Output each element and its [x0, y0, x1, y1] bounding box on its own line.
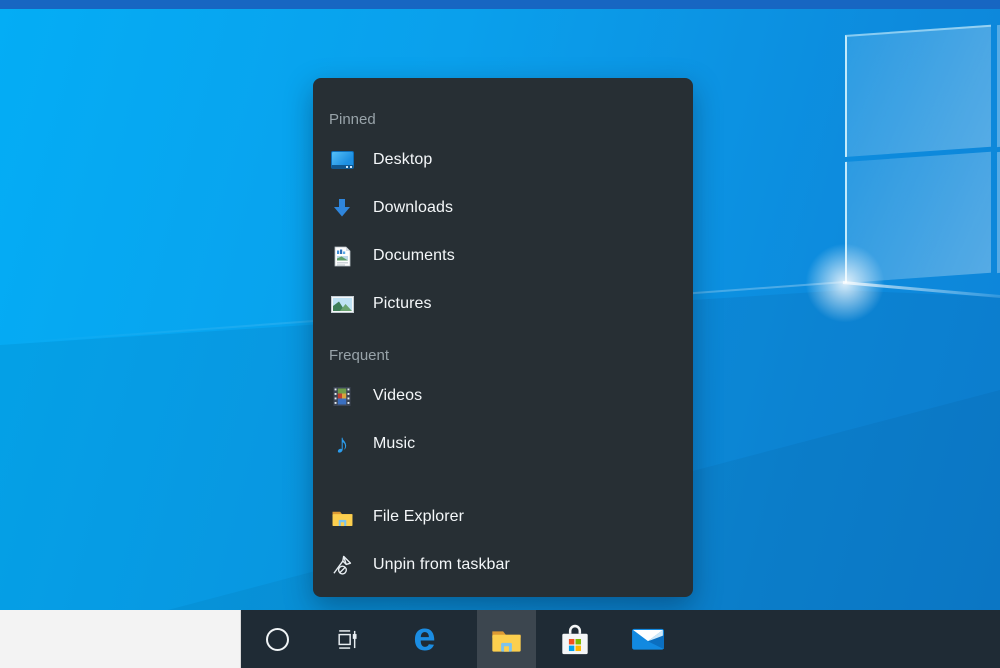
- taskbar: e: [0, 610, 1000, 668]
- file-explorer-icon: [330, 504, 354, 530]
- top-edge-strip: [0, 0, 1000, 9]
- file-explorer-button[interactable]: [477, 610, 536, 668]
- jumplist-item-desktop[interactable]: Desktop: [313, 136, 693, 184]
- jumplist-tasks: File Explorer Unpin from taskbar: [313, 493, 693, 589]
- jumplist-item-unpin[interactable]: Unpin from taskbar: [313, 541, 693, 589]
- search-input[interactable]: [0, 610, 241, 668]
- task-view-icon: [335, 628, 358, 651]
- section-header-label: Frequent: [329, 347, 389, 364]
- windows-logo-pane-top: [845, 25, 991, 157]
- file-explorer-icon: [490, 626, 523, 653]
- screen: Pinned Desktop Downloads: [0, 0, 1000, 668]
- unpin-icon: [330, 552, 354, 578]
- pictures-icon: [330, 291, 354, 317]
- jumplist-item-music[interactable]: ♪ Music: [313, 420, 693, 468]
- edge-icon: e: [413, 617, 435, 657]
- documents-icon: [330, 243, 354, 269]
- jumplist-item-pictures[interactable]: Pictures: [313, 280, 693, 328]
- desktop-icon: [330, 147, 354, 173]
- file-explorer-jumplist: Pinned Desktop Downloads: [313, 78, 693, 597]
- store-button[interactable]: [545, 610, 604, 668]
- store-icon: [557, 623, 593, 656]
- cortana-button[interactable]: [248, 610, 307, 668]
- task-view-button[interactable]: [317, 610, 376, 668]
- music-icon: ♪: [330, 431, 354, 457]
- jumplist-item-file-explorer[interactable]: File Explorer: [313, 493, 693, 541]
- mail-icon: [631, 625, 665, 653]
- edge-button[interactable]: e: [395, 610, 454, 668]
- section-header-frequent: Frequent: [313, 328, 693, 372]
- mail-button[interactable]: [618, 610, 677, 668]
- section-header-label: Pinned: [329, 111, 376, 128]
- cortana-icon: [266, 628, 289, 651]
- jumplist-item-downloads[interactable]: Downloads: [313, 184, 693, 232]
- jumplist-item-documents[interactable]: Documents: [313, 232, 693, 280]
- videos-icon: [330, 383, 354, 409]
- downloads-icon: [330, 195, 354, 221]
- section-header-pinned: Pinned: [313, 92, 693, 136]
- jumplist-item-videos[interactable]: Videos: [313, 372, 693, 420]
